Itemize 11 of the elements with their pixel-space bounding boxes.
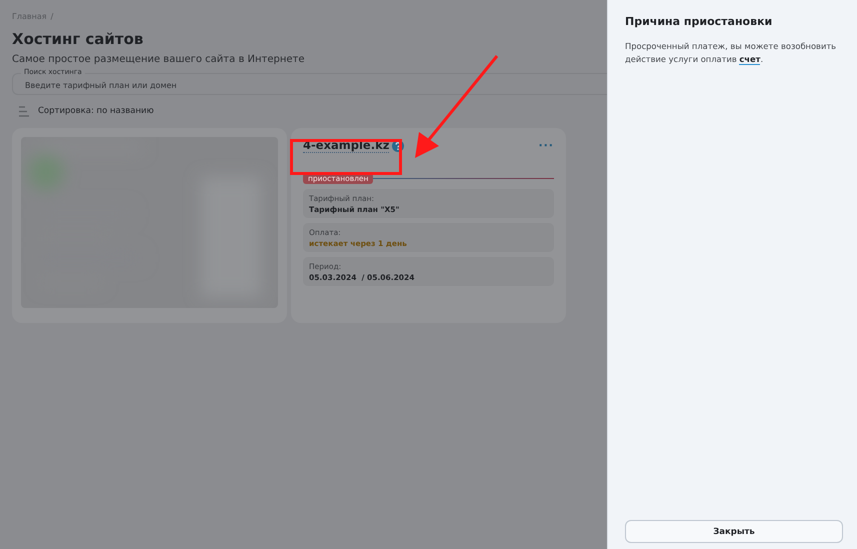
search-field[interactable]: Введите тарифный план или домен — [12, 73, 607, 95]
page-subtitle: Самое простое размещение вашего сайта в Интернете — [12, 54, 306, 65]
panel-title: Причина приостановки — [625, 15, 774, 28]
reason-text: Просроченный платеж, вы можете возобновить действие услуги оплатив счет. — [625, 40, 838, 66]
breadcrumb-separator: / — [50, 12, 54, 23]
page-title: Хостинг сайтов — [12, 29, 144, 50]
help-icon[interactable] — [392, 140, 404, 152]
invoice-link[interactable]: счет — [739, 54, 760, 65]
domain-link[interactable]: 4-example.kz — [303, 138, 390, 153]
sort-label[interactable]: Сортировка: по названию — [38, 106, 154, 116]
close-button[interactable]: Закрыть — [625, 520, 843, 543]
